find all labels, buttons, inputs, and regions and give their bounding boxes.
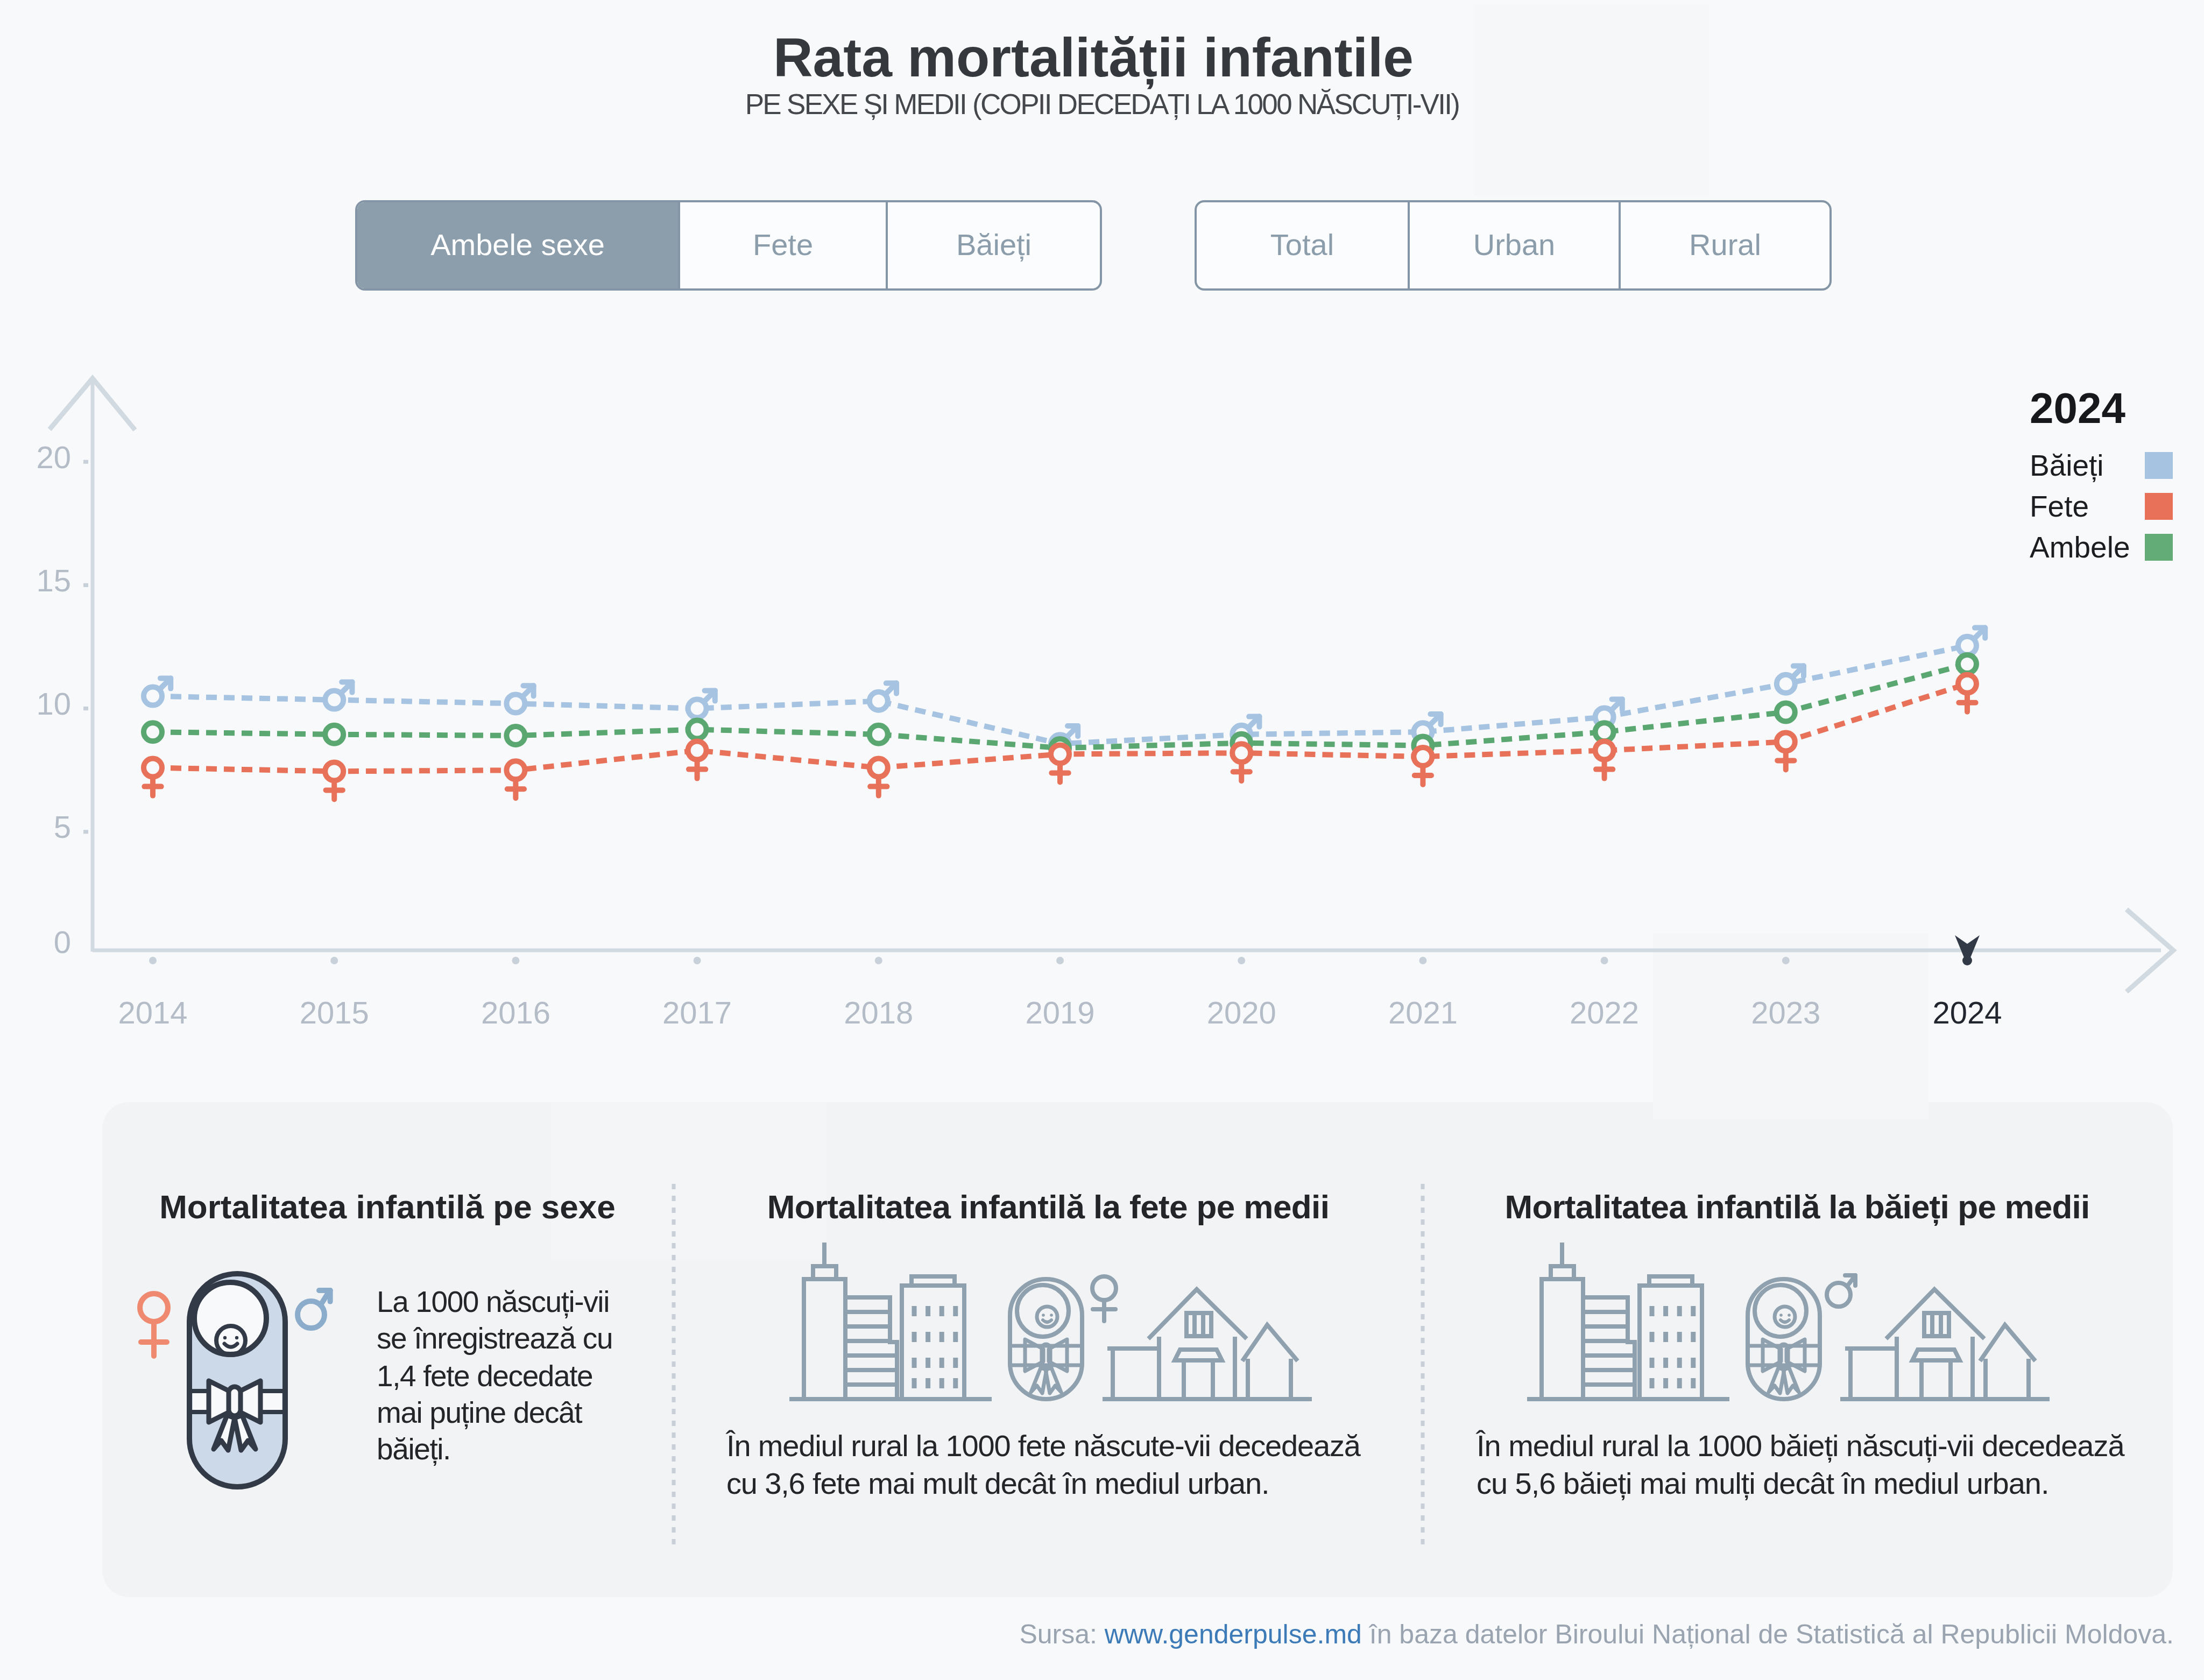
svg-text:2024: 2024 bbox=[1932, 995, 2002, 1030]
svg-text:2017: 2017 bbox=[662, 995, 732, 1030]
svg-text:2019: 2019 bbox=[1025, 995, 1094, 1030]
svg-text:15: 15 bbox=[36, 563, 71, 598]
svg-text:2022: 2022 bbox=[1570, 995, 1639, 1030]
svg-text:2014: 2014 bbox=[118, 995, 187, 1030]
svg-text:0: 0 bbox=[54, 924, 71, 959]
svg-text:2016: 2016 bbox=[481, 995, 550, 1030]
svg-text:10: 10 bbox=[36, 686, 71, 721]
svg-text:2021: 2021 bbox=[1388, 995, 1458, 1030]
svg-text:2020: 2020 bbox=[1207, 995, 1276, 1030]
svg-text:5: 5 bbox=[54, 809, 71, 844]
svg-text:2018: 2018 bbox=[844, 995, 913, 1030]
svg-text:20: 20 bbox=[36, 440, 71, 475]
svg-text:2015: 2015 bbox=[300, 995, 369, 1030]
svg-text:2023: 2023 bbox=[1751, 995, 1820, 1030]
